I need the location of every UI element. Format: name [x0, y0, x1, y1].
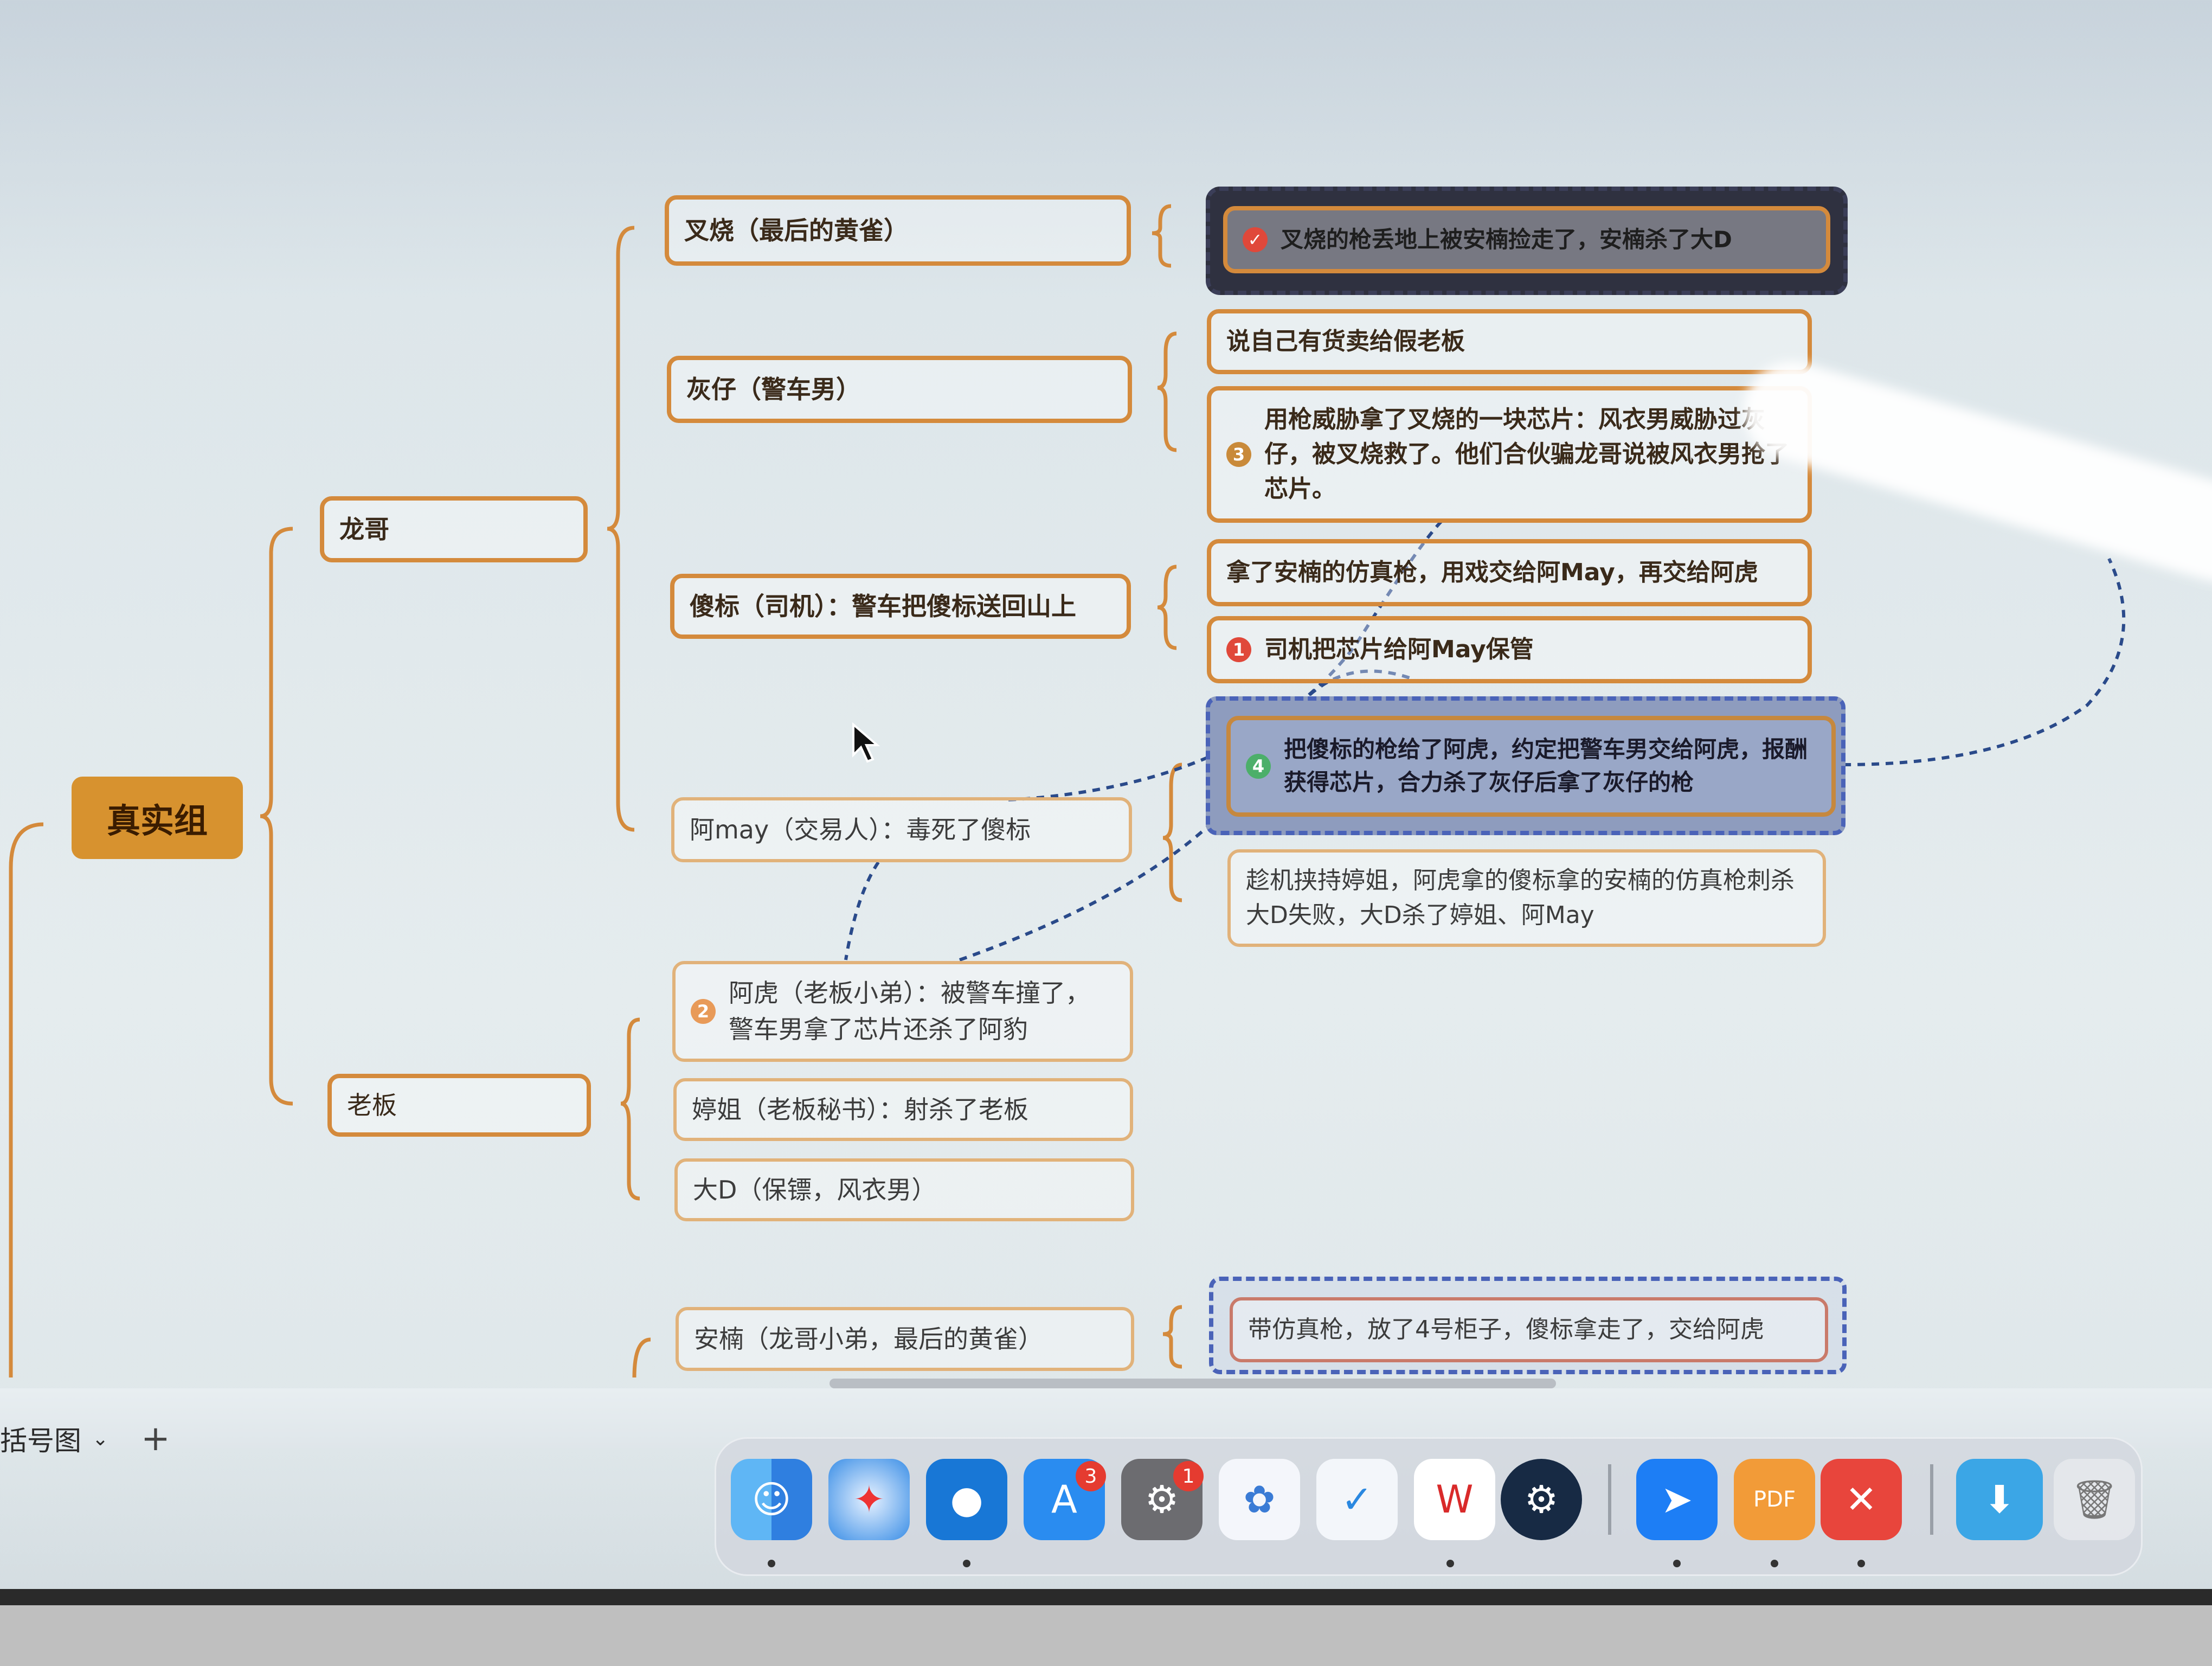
root-left-bracket — [9, 822, 44, 1377]
node-shabiao[interactable]: 傻标（司机）：警车把傻标送回山上 — [670, 574, 1131, 639]
node-ahu[interactable]: 2 阿虎（老板小弟）：被警车撞了，警车男拿了芯片还杀了阿豹 — [672, 961, 1133, 1062]
longge-bracket — [607, 226, 635, 832]
xmind-icon[interactable]: ✕ — [1821, 1459, 1902, 1540]
shabiao-brace — [1157, 565, 1177, 650]
mindmap-canvas: 真实组 龙哥 老板 叉烧（最后的黄雀） 灰仔（警车男） 傻标（司机）：警车把傻标… — [0, 0, 2212, 1388]
root-node[interactable]: 真实组 — [72, 777, 243, 859]
mouse-cursor-icon — [852, 722, 880, 763]
system-settings-badge: 1 — [1173, 1461, 1204, 1491]
node-huizai[interactable]: 灰仔（警车男） — [667, 356, 1132, 423]
marker-2-icon: 2 — [691, 999, 716, 1024]
detail-amay-1[interactable]: 4 把傻标的枪给了阿虎，约定把警车男交给阿虎，报酬获得芯片，合力杀了灰仔后拿了灰… — [1226, 716, 1836, 817]
node-dad[interactable]: 大D（保镖，风衣男） — [674, 1158, 1134, 1221]
finder-icon[interactable]: ☺ — [731, 1459, 812, 1540]
xmind-running-dot — [1857, 1560, 1865, 1567]
pdf-running-dot — [1771, 1560, 1778, 1567]
app-store-badge: 3 — [1076, 1461, 1106, 1491]
node-chashao[interactable]: 叉烧（最后的黄雀） — [665, 195, 1131, 266]
amay-brace — [1162, 762, 1182, 902]
steam-icon[interactable]: ⚙ — [1501, 1459, 1582, 1540]
node-tingjie[interactable]: 婷姐（老板秘书）：射杀了老板 — [673, 1078, 1133, 1141]
branch-laoban[interactable]: 老板 — [327, 1074, 591, 1137]
wps-running-dot — [1446, 1560, 1454, 1567]
root-bracket — [260, 527, 293, 1106]
branch-longge[interactable]: 龙哥 — [320, 496, 588, 562]
wps-icon[interactable]: W — [1414, 1459, 1495, 1540]
feishu-running-dot — [1673, 1560, 1681, 1567]
feishu-icon[interactable]: ➤ — [1636, 1459, 1718, 1540]
laptop-chassis — [0, 1605, 2212, 1666]
browser-running-dot — [963, 1560, 970, 1567]
detail-shabiao-1[interactable]: 拿了安楠的仿真枪，用戏交给阿May，再交给阿虎 — [1207, 539, 1812, 606]
detail-amay-1-text: 把傻标的枪给了阿虎，约定把警车男交给阿虎，报酬获得芯片，合力杀了灰仔后拿了灰仔的… — [1284, 736, 1808, 796]
browser-icon[interactable]: ● — [926, 1459, 1007, 1540]
relation-line-4 — [1843, 558, 2126, 766]
marker-1-icon: 1 — [1226, 637, 1251, 662]
annan-brace — [1162, 1305, 1182, 1369]
downloads-folder-icon[interactable]: ⬇ — [1956, 1459, 2043, 1540]
detail-amay-2[interactable]: 趁机挟持婷姐，阿虎拿的傻标拿的安楠的仿真枪刺杀大D失败，大D杀了婷姐、阿May — [1227, 849, 1826, 947]
tasks-icon[interactable]: ✓ — [1316, 1459, 1398, 1540]
relation-line-3 — [844, 861, 880, 960]
horizontal-scrollbar[interactable] — [829, 1379, 1556, 1388]
detail-chashao-1[interactable]: ✓ 叉烧的枪丢地上被安楠捡走了，安楠杀了大D — [1223, 206, 1830, 273]
pdf-expert-icon[interactable]: PDF — [1734, 1459, 1815, 1540]
marker-3-icon: 3 — [1226, 442, 1251, 467]
detail-shabiao-2-text: 司机把芯片给阿May保管 — [1264, 636, 1534, 664]
laoban-bracket — [620, 1017, 640, 1201]
huizai-brace — [1157, 331, 1177, 452]
detail-chashao-1-text: 叉烧的枪丢地上被安楠捡走了，安楠杀了大D — [1281, 226, 1732, 253]
annan-bracket — [632, 1337, 651, 1378]
dock-separator — [1930, 1464, 1933, 1535]
detail-annan-1[interactable]: 带仿真枪，放了4号柜子，傻标拿走了，交给阿虎 — [1230, 1297, 1828, 1362]
detail-huizai-1[interactable]: 说自己有货卖给假老板 — [1207, 309, 1812, 374]
detail-huizai-2[interactable]: 3 用枪威胁拿了叉烧的一块芯片：风衣男威胁过灰仔，被叉烧救了。他们合伙骗龙哥说被… — [1207, 386, 1812, 523]
sheet-tab[interactable]: 括号图 ⌄ + — [0, 1414, 170, 1463]
detail-shabiao-2[interactable]: 1 司机把芯片给阿May保管 — [1207, 616, 1812, 683]
marker-4-icon: 4 — [1246, 754, 1271, 779]
safari-icon[interactable]: ✦ — [828, 1459, 910, 1540]
finder-running-dot — [768, 1560, 775, 1567]
chevron-down-icon[interactable]: ⌄ — [92, 1428, 108, 1450]
sheet-tab-label: 括号图 — [0, 1425, 81, 1457]
node-annan[interactable]: 安楠（龙哥小弟，最后的黄雀） — [676, 1307, 1134, 1371]
node-ahu-text: 阿虎（老板小弟）：被警车撞了，警车男拿了芯片还杀了阿豹 — [729, 978, 1090, 1044]
node-amay[interactable]: 阿may（交易人）：毒死了傻标 — [671, 797, 1132, 862]
detail-huizai-2-text: 用枪威胁拿了叉烧的一块芯片：风衣男威胁过灰仔，被叉烧救了。他们合伙骗龙哥说被风衣… — [1264, 406, 1789, 503]
chashao-brace — [1152, 204, 1172, 268]
trash-icon[interactable]: 🗑 — [2054, 1459, 2135, 1540]
dock-separator — [1608, 1464, 1611, 1535]
cloud-drive-icon[interactable]: ✿ — [1219, 1459, 1300, 1540]
check-icon: ✓ — [1243, 227, 1268, 252]
add-sheet-button[interactable]: + — [141, 1419, 170, 1459]
